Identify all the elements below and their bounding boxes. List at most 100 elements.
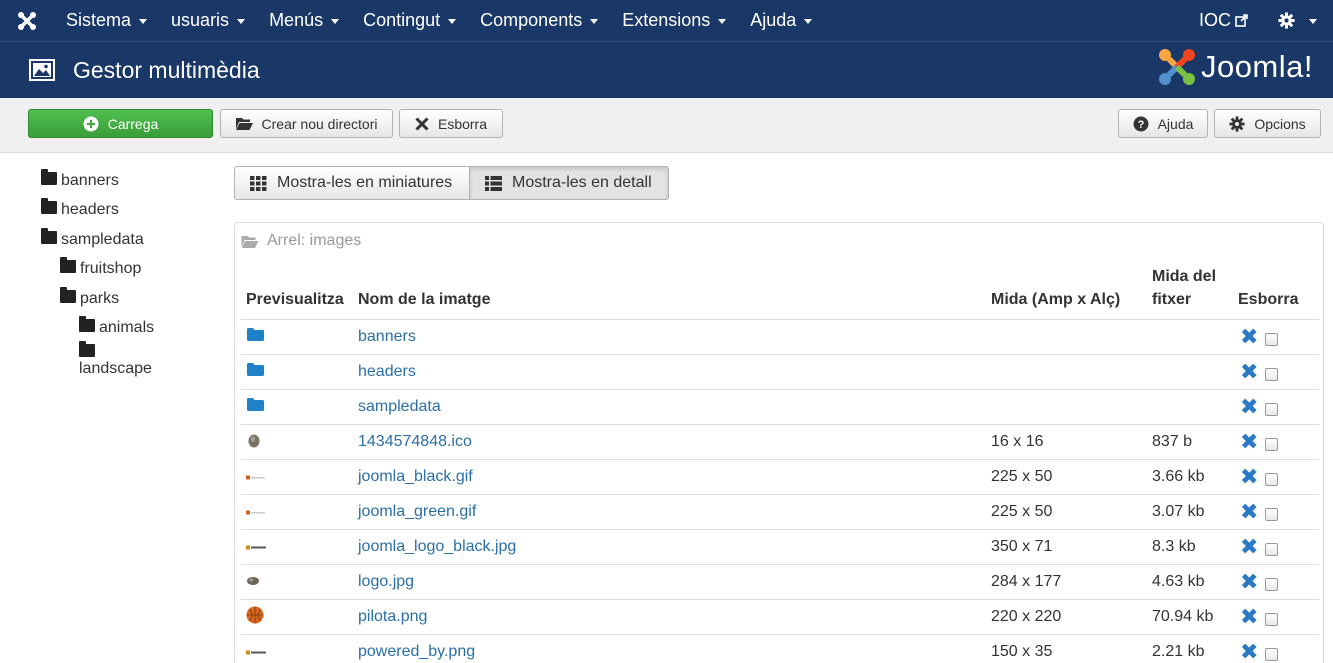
file-name-link[interactable]: powered_by.png: [358, 643, 475, 660]
delete-x-icon[interactable]: ✖: [1240, 431, 1258, 453]
size-cell: 70.94 kb: [1147, 599, 1233, 636]
select-checkbox[interactable]: [1265, 542, 1279, 556]
delete-button[interactable]: Esborra: [399, 109, 503, 138]
delete-cell: ✖: [1233, 424, 1319, 461]
folder-icon: [60, 257, 76, 273]
delete-x-icon[interactable]: ✖: [1240, 536, 1258, 558]
tree-item-sampledata[interactable]: sampledata: [41, 228, 144, 249]
gear-icon: [1278, 12, 1295, 29]
nav-menu-help[interactable]: Ajuda: [738, 0, 824, 41]
folder-open-icon: [235, 117, 253, 130]
create-folder-button[interactable]: Crear nou directori: [220, 109, 393, 138]
tree-item-landscape[interactable]: landscape: [79, 341, 152, 378]
preview-cell: [241, 354, 353, 391]
table-row: headers ✖: [241, 354, 1319, 391]
joomla-logo-thumbnail-icon: [246, 503, 266, 521]
folder-icon: [79, 316, 95, 332]
dimensions-cell: 150 x 35: [986, 634, 1147, 663]
file-name-link[interactable]: 1434574848.ico: [358, 433, 472, 450]
select-checkbox[interactable]: [1265, 472, 1279, 486]
tree-item-headers[interactable]: headers: [41, 198, 119, 219]
file-name-link[interactable]: headers: [358, 363, 416, 380]
delete-x-icon[interactable]: ✖: [1240, 641, 1258, 663]
size-cell: 3.07 kb: [1147, 494, 1233, 531]
file-name-link[interactable]: logo.jpg: [358, 573, 414, 590]
user-settings-menu[interactable]: [1266, 0, 1333, 41]
joomla-menu-icon[interactable]: [0, 0, 54, 41]
dimensions-cell: [986, 389, 1147, 426]
help-button[interactable]: ? Ajuda: [1118, 109, 1208, 138]
nav-menu-system[interactable]: Sistema: [54, 0, 159, 41]
dimensions-cell: 284 x 177: [986, 564, 1147, 601]
dimensions-cell: 225 x 50: [986, 459, 1147, 496]
stone-image-icon: [246, 573, 260, 591]
select-checkbox[interactable]: [1265, 402, 1279, 416]
top-navbar: Sistema usuaris Menús Contingut Componen…: [0, 0, 1333, 41]
chevron-down-icon: [331, 19, 340, 24]
size-value: 3.07 kb: [1152, 503, 1205, 521]
select-checkbox[interactable]: [1265, 612, 1279, 626]
folder-icon: [60, 287, 76, 303]
image-icon: [29, 59, 55, 81]
size-cell: 8.3 kb: [1147, 529, 1233, 566]
select-checkbox[interactable]: [1265, 647, 1279, 661]
select-checkbox[interactable]: [1265, 332, 1279, 346]
tree-item-animals[interactable]: animals: [79, 316, 154, 337]
delete-x-icon[interactable]: ✖: [1240, 501, 1258, 523]
column-header-name: Nom de la imatge: [353, 265, 986, 321]
name-cell: logo.jpg: [353, 564, 986, 601]
delete-x-icon[interactable]: ✖: [1240, 606, 1258, 628]
nav-menu-extensions[interactable]: Extensions: [610, 0, 738, 41]
name-cell: banners: [353, 319, 986, 356]
joomla-logo-thumbnail-icon: [246, 468, 266, 486]
page-header: Gestor multimèdia Joomla!: [0, 41, 1333, 98]
delete-x-icon[interactable]: ✖: [1240, 466, 1258, 488]
site-link[interactable]: IOC: [1187, 0, 1266, 41]
select-checkbox[interactable]: [1265, 507, 1279, 521]
details-view-button[interactable]: Mostra-les en detall: [470, 166, 669, 200]
tree-item-parks[interactable]: parks: [60, 287, 119, 308]
external-link-icon: [1235, 14, 1248, 27]
delete-x-icon[interactable]: ✖: [1240, 571, 1258, 593]
dimensions-cell: [986, 319, 1147, 356]
file-name-link[interactable]: banners: [358, 328, 416, 345]
folder-open-icon: [241, 235, 259, 248]
select-checkbox[interactable]: [1265, 437, 1279, 451]
size-value: 837 b: [1152, 433, 1193, 451]
file-name-link[interactable]: joomla_logo_black.jpg: [358, 538, 516, 555]
nav-menu-users[interactable]: usuaris: [159, 0, 257, 41]
upload-button[interactable]: Carrega: [28, 109, 213, 138]
tree-item-banners[interactable]: banners: [41, 169, 119, 190]
delete-x-icon[interactable]: ✖: [1240, 326, 1258, 348]
file-name-link[interactable]: sampledata: [358, 398, 441, 415]
dimensions-value: 350 x 71: [991, 538, 1053, 556]
dimensions-cell: 16 x 16: [986, 424, 1147, 461]
folder-icon: [41, 198, 57, 214]
joomla-logo-thumbnail-icon: [246, 538, 268, 556]
file-name-link[interactable]: pilota.png: [358, 608, 427, 625]
folder-icon: [79, 341, 95, 357]
file-name-link[interactable]: joomla_black.gif: [358, 468, 473, 485]
dimensions-value: 150 x 35: [991, 643, 1053, 661]
size-cell: [1147, 354, 1233, 391]
select-checkbox[interactable]: [1265, 577, 1279, 591]
chevron-down-icon: [718, 19, 727, 24]
preview-cell: [241, 424, 353, 461]
select-checkbox[interactable]: [1265, 367, 1279, 381]
nav-menu-content[interactable]: Contingut: [351, 0, 468, 41]
file-name-link[interactable]: joomla_green.gif: [358, 503, 476, 520]
view-toggle: Mostra-les en miniatures Mostra-les en d…: [234, 166, 669, 200]
thumbnails-view-button[interactable]: Mostra-les en miniatures: [234, 166, 470, 200]
nav-menu-components[interactable]: Components: [468, 0, 610, 41]
options-button[interactable]: Opcions: [1214, 109, 1321, 138]
delete-x-icon[interactable]: ✖: [1240, 396, 1258, 418]
nav-menu-menus[interactable]: Menús: [257, 0, 351, 41]
delete-x-icon[interactable]: ✖: [1240, 361, 1258, 383]
tree-item-fruitshop[interactable]: fruitshop: [60, 257, 141, 278]
chevron-down-icon: [139, 19, 148, 24]
media-panel: Arrel: images Previsualitza Nom de la im…: [234, 222, 1324, 663]
chevron-down-icon: [590, 19, 599, 24]
dimensions-cell: 350 x 71: [986, 529, 1147, 566]
chevron-down-icon: [237, 19, 246, 24]
size-cell: [1147, 389, 1233, 426]
